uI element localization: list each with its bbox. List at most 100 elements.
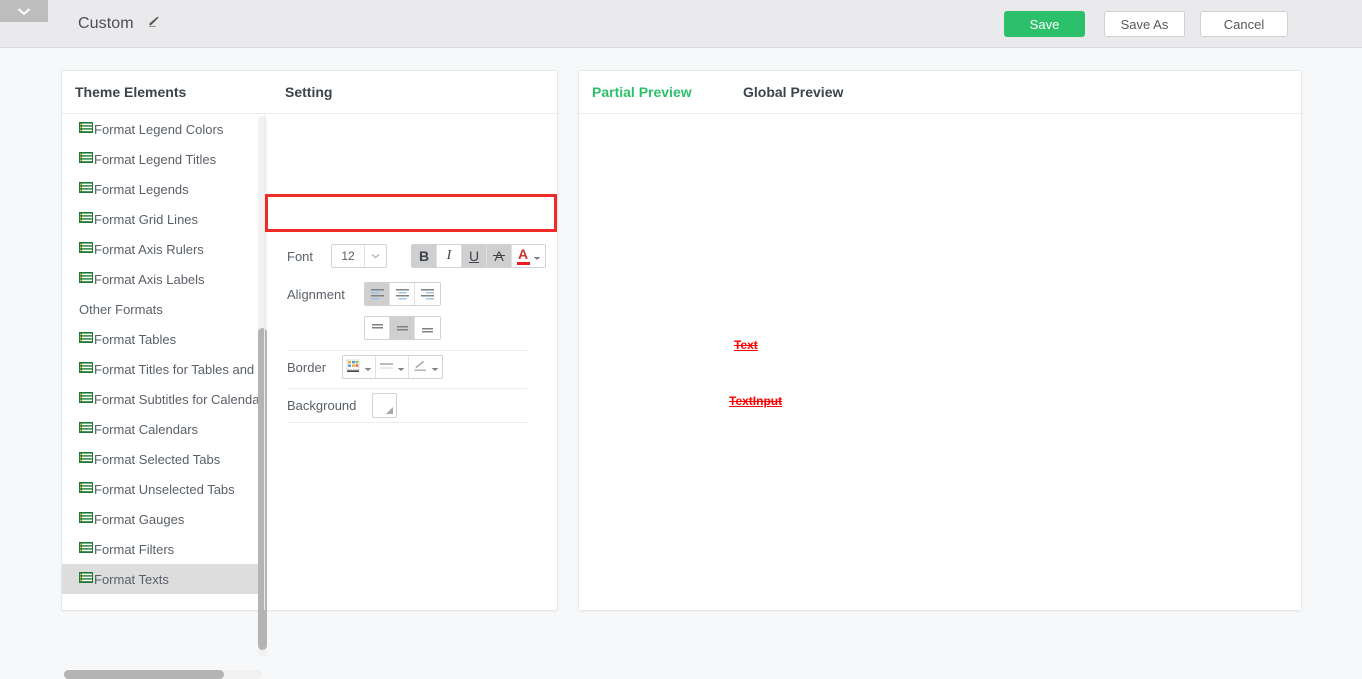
format-list-icon (79, 151, 93, 167)
sidebar-item-label: Format Tables (94, 331, 177, 347)
sidebar-item-format-unselected-tabs[interactable]: Format Unselected Tabs (62, 474, 264, 504)
sidebar-item-format-axis-rulers[interactable]: Format Axis Rulers (62, 234, 264, 264)
alignment-label: Alignment (287, 286, 345, 302)
sidebar-item-format-calendars[interactable]: Format Calendars (62, 414, 264, 444)
border-style-button[interactable] (343, 356, 376, 378)
preview-canvas: Text TextInput (579, 114, 1301, 610)
sidebar-item-format-legend-colors[interactable]: Format Legend Colors (62, 114, 264, 144)
corner-collapse-tab[interactable] (0, 0, 48, 22)
scrollbar-thumb[interactable] (64, 670, 224, 679)
border-line-weight-button[interactable] (376, 356, 409, 378)
strike-line (493, 255, 506, 257)
border-color-button[interactable] (409, 356, 442, 378)
border-label: Border (287, 359, 327, 375)
align-center-button[interactable] (390, 283, 415, 305)
format-list-icon (79, 541, 93, 557)
pencil-icon[interactable] (145, 14, 161, 33)
bold-button[interactable]: B (412, 245, 437, 267)
sidebar-item-format-grid-lines[interactable]: Format Grid Lines (62, 204, 264, 234)
theme-elements-list[interactable]: Format Legend Colors Format Legend Title… (62, 114, 264, 611)
sidebar-item-label: Format Unselected Tabs (94, 481, 235, 497)
chevron-down-icon[interactable] (364, 245, 386, 267)
background-color-swatch[interactable] (372, 393, 397, 418)
divider (287, 388, 527, 389)
format-list-icon (79, 571, 93, 587)
sidebar-item-format-selected-tabs[interactable]: Format Selected Tabs (62, 444, 264, 474)
setting-title: Setting (285, 84, 333, 100)
font-size-value: 12 (341, 249, 355, 263)
font-size-input[interactable]: 12 (331, 244, 387, 268)
sidebar-item-label: Format Calendars (94, 421, 199, 437)
align-bottom-icon (422, 328, 433, 333)
chevron-down-icon[interactable] (533, 249, 541, 264)
save-as-button[interactable]: Save As (1104, 11, 1185, 37)
font-color-button[interactable]: A (512, 245, 545, 267)
alignment-row: Alignment (287, 282, 441, 306)
vertical-alignment-row (287, 316, 441, 340)
underline-button[interactable]: U (462, 245, 487, 267)
chevron-down-icon[interactable] (431, 360, 439, 375)
cancel-button[interactable]: Cancel (1200, 11, 1288, 37)
sidebar-item-label: Format Legends (94, 181, 189, 197)
horizontal-alignment-group[interactable] (364, 282, 441, 306)
sidebar-item-format-titles-for-tables[interactable]: Format Titles for Tables and Filt (62, 354, 264, 384)
format-list-icon (79, 121, 93, 137)
align-middle-button[interactable] (390, 317, 415, 339)
format-list-icon (79, 361, 93, 377)
vertical-alignment-group[interactable] (364, 316, 441, 340)
sidebar-item-format-subtitles-for-calendars[interactable]: Format Subtitles for Calendars (62, 384, 264, 414)
sidebar-item-format-legend-titles[interactable]: Format Legend Titles (62, 144, 264, 174)
page-title: Custom (78, 14, 134, 32)
sidebar-item-format-texts[interactable]: Format Texts (62, 564, 264, 594)
align-top-icon (371, 324, 383, 329)
sidebar-item-label: Format Texts (94, 571, 169, 587)
align-left-button[interactable] (365, 283, 390, 305)
sidebar-item-label: Format Legend Titles (94, 151, 217, 167)
font-color-glyph: A (517, 246, 529, 262)
theme-elements-title: Theme Elements (75, 84, 187, 100)
swatch-corner-triangle-icon (386, 407, 393, 414)
chevron-down-icon (17, 7, 31, 16)
align-left-icon (370, 289, 384, 300)
sidebar-item-format-gauges[interactable]: Format Gauges (62, 504, 264, 534)
font-row-highlight (265, 194, 557, 232)
bold-glyph: B (418, 248, 430, 264)
font-color-icon: A (516, 246, 530, 265)
font-row: Font 12 B I U A (287, 244, 546, 268)
elements-horizontal-scrollbar[interactable] (64, 670, 262, 679)
italic-glyph: I (446, 248, 452, 263)
chevron-down-icon[interactable] (364, 360, 372, 375)
italic-button[interactable]: I (437, 245, 462, 267)
sidebar-item-format-tables[interactable]: Format Tables (62, 324, 264, 354)
align-right-button[interactable] (415, 283, 440, 305)
sidebar-item-format-axis-labels[interactable]: Format Axis Labels (62, 264, 264, 294)
format-list-icon (79, 511, 93, 527)
tab-global-preview[interactable]: Global Preview (743, 84, 843, 100)
align-center-icon (395, 289, 409, 300)
chevron-down-icon[interactable] (397, 360, 405, 375)
format-list-icon (79, 391, 93, 407)
save-button[interactable]: Save (1004, 11, 1085, 37)
sidebar-item-label: Format Gauges (94, 511, 185, 527)
sidebar-item-label: Format Grid Lines (94, 211, 199, 227)
font-label: Font (287, 248, 314, 264)
divider (287, 422, 527, 423)
border-button-group[interactable] (342, 355, 443, 379)
sidebar-item-label: Format Axis Labels (94, 271, 205, 287)
align-top-button[interactable] (365, 317, 390, 339)
strikethrough-button[interactable]: A (487, 245, 512, 267)
line-weight-icon (379, 360, 394, 375)
setting-panel: Font 12 B I U A Alignment Border Backgro… (264, 114, 557, 610)
format-list-icon (79, 331, 93, 347)
divider (287, 350, 527, 351)
align-bottom-button[interactable] (415, 317, 440, 339)
font-style-button-group[interactable]: B I U A A (411, 244, 546, 268)
format-list-icon (79, 271, 93, 287)
sidebar-item-label: Format Legend Colors (94, 121, 224, 137)
format-list-icon (79, 421, 93, 437)
format-list-icon (79, 481, 93, 497)
sidebar-item-format-legends[interactable]: Format Legends (62, 174, 264, 204)
format-list-icon (79, 241, 93, 257)
tab-partial-preview[interactable]: Partial Preview (592, 84, 692, 100)
sidebar-item-format-filters[interactable]: Format Filters (62, 534, 264, 564)
